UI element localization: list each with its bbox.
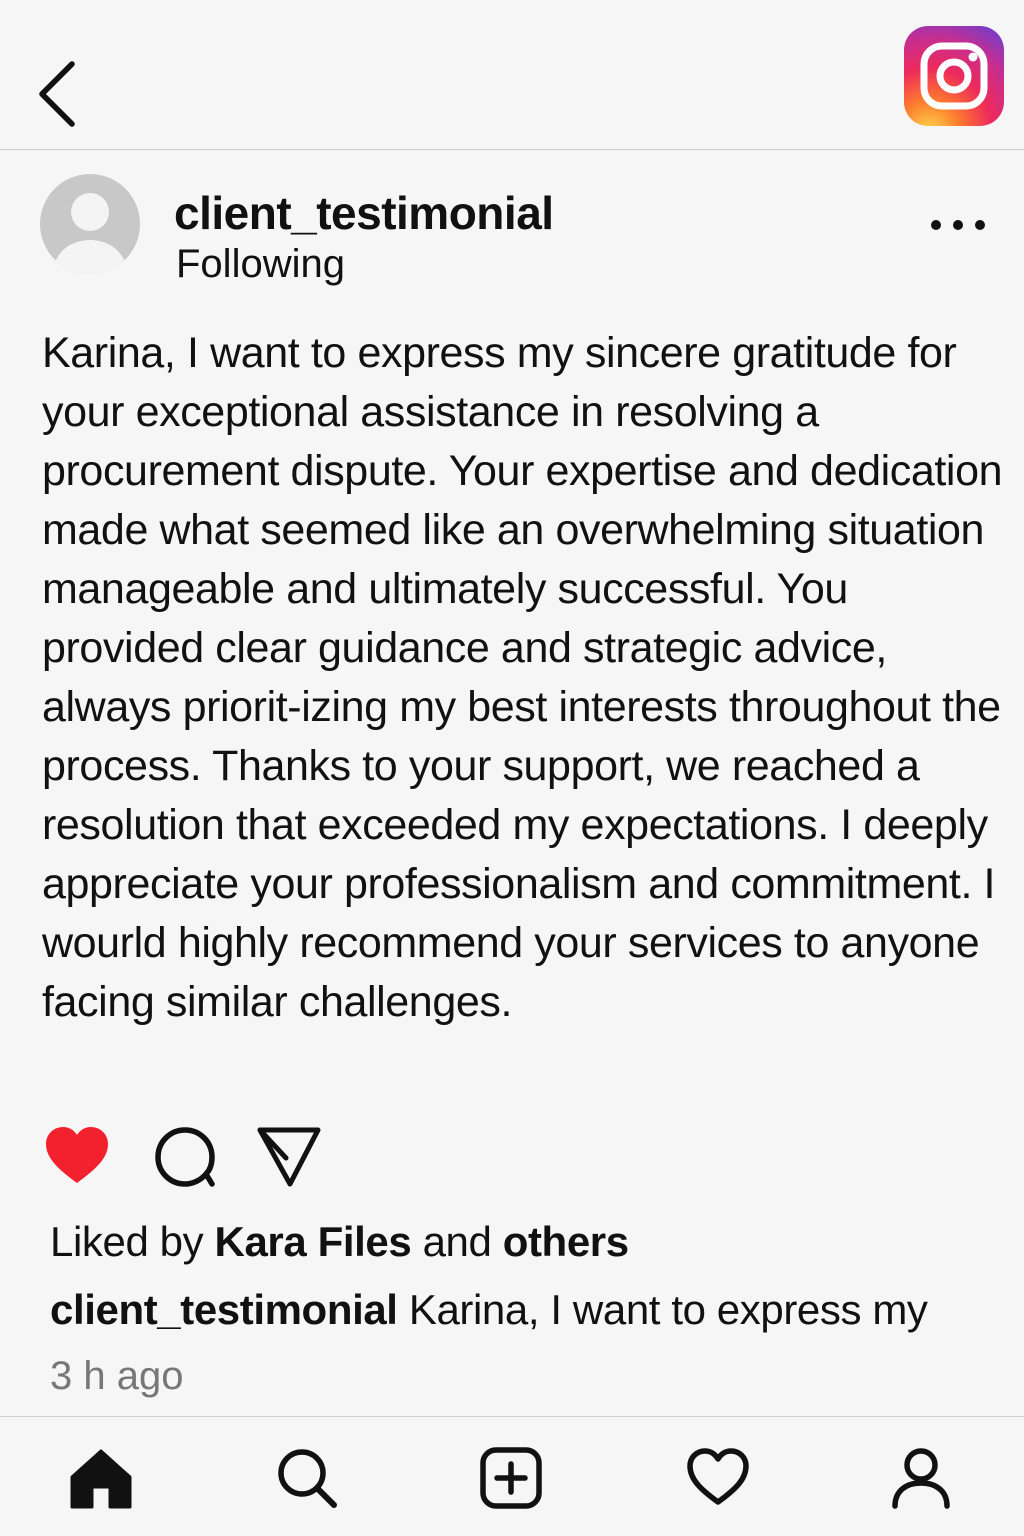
nav-add-post[interactable]: [480, 1447, 542, 1514]
liked-user[interactable]: Kara Files: [215, 1218, 412, 1265]
post-actions: [0, 1120, 1024, 1200]
liked-others[interactable]: others: [503, 1218, 629, 1265]
comment-icon: [155, 1127, 215, 1187]
back-button[interactable]: [30, 58, 90, 130]
heart-icon: [687, 1448, 749, 1505]
comment-button[interactable]: [152, 1124, 218, 1195]
nav-search[interactable]: [276, 1447, 338, 1514]
home-icon: [70, 1449, 132, 1509]
post-header: client_testimonial Following: [0, 150, 1024, 310]
post-timestamp: 3 h ago: [50, 1354, 184, 1398]
nav-home[interactable]: [70, 1447, 132, 1514]
bottom-nav: [0, 1416, 1024, 1536]
send-icon: [257, 1127, 321, 1187]
post-username[interactable]: client_testimonial: [174, 186, 554, 240]
preview-text: Karina, I want to express my: [397, 1286, 928, 1333]
chevron-left-icon: [39, 61, 75, 127]
instagram-logo: [902, 24, 1006, 128]
preview-username[interactable]: client_testimonial: [50, 1286, 398, 1333]
liked-prefix: Liked by: [50, 1218, 215, 1265]
more-options-button[interactable]: [924, 210, 996, 240]
nav-profile[interactable]: [890, 1447, 952, 1514]
caption-preview[interactable]: client_testimonial Karina, I want to exp…: [50, 1286, 928, 1334]
search-icon: [278, 1449, 337, 1508]
likes-summary[interactable]: Liked by Kara Files and others: [50, 1218, 629, 1266]
like-button[interactable]: [44, 1126, 110, 1191]
follow-status[interactable]: Following: [176, 242, 345, 287]
post-caption: Karina, I want to express my sincere gra…: [42, 329, 1003, 1026]
liked-middle: and: [411, 1218, 503, 1265]
profile-icon: [892, 1448, 950, 1509]
share-button[interactable]: [256, 1124, 322, 1195]
top-bar: [0, 0, 1024, 150]
heart-filled-icon: [46, 1127, 108, 1183]
avatar[interactable]: [38, 172, 142, 276]
more-horizontal-icon: [931, 220, 985, 230]
add-post-icon: [480, 1447, 542, 1509]
nav-activity[interactable]: [686, 1447, 750, 1512]
